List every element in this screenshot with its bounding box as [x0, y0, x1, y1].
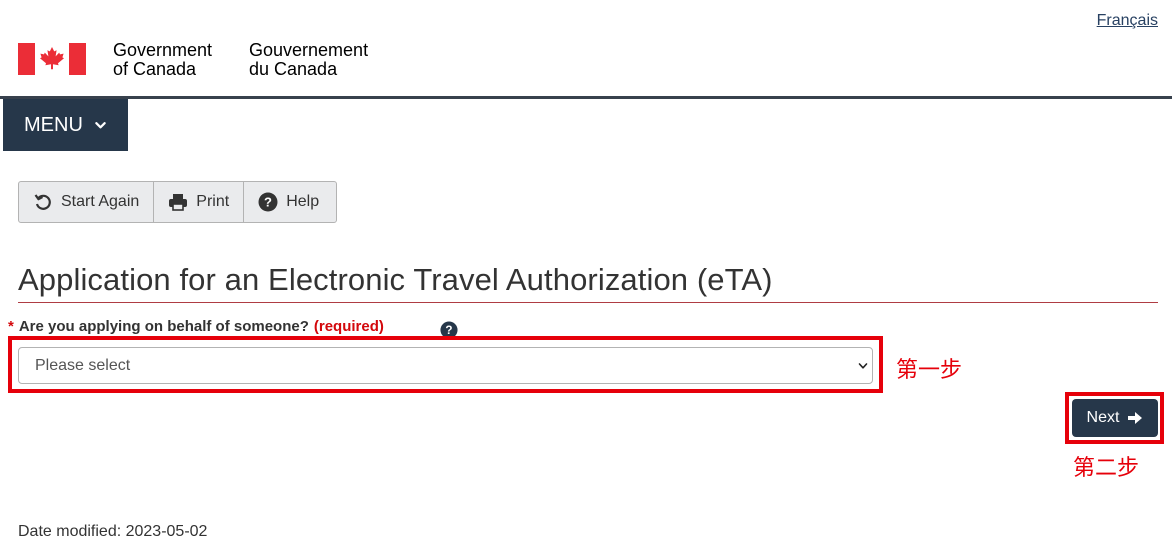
gov-en-line1: Government: [113, 40, 213, 60]
printer-icon: [169, 194, 188, 211]
step1-annotation: 第一步: [896, 358, 963, 383]
chevron-down-icon: [95, 121, 106, 128]
svg-text:?: ?: [264, 195, 272, 210]
required-asterisk: *: [8, 318, 14, 335]
menu-button[interactable]: MENU: [3, 99, 128, 151]
title-underline: [18, 302, 1158, 303]
canada-flag-icon: [18, 43, 86, 75]
gov-fr-line1: Gouvernement: [249, 40, 369, 60]
help-button[interactable]: ? Help: [244, 182, 336, 222]
refresh-icon: [34, 194, 51, 210]
next-button[interactable]: Next: [1072, 399, 1158, 437]
start-again-label: Start Again: [61, 193, 140, 210]
header-divider: [0, 96, 1172, 99]
step2-annotation: 第二步: [1073, 456, 1140, 481]
language-toggle-link[interactable]: Français: [1097, 12, 1158, 30]
print-button[interactable]: Print: [154, 182, 245, 222]
question-label: * Are you applying on behalf of someone?…: [8, 318, 384, 335]
next-label: Next: [1086, 409, 1120, 426]
arrow-right-icon: [1128, 412, 1143, 424]
government-of-canada-en[interactable]: Government of Canada: [113, 41, 212, 79]
help-label: Help: [286, 193, 320, 210]
behalf-select[interactable]: Please select: [18, 347, 873, 384]
chevron-down-icon: [858, 363, 868, 369]
date-modified: Date modified: 2023-05-02: [18, 523, 208, 540]
question-circle-icon: ?: [258, 192, 278, 212]
question-text: Are you applying on behalf of someone?: [18, 318, 309, 335]
start-again-button[interactable]: Start Again: [19, 182, 155, 222]
gov-en-line2: of Canada: [113, 59, 197, 79]
select-value: Please select: [35, 356, 131, 374]
page-title: Application for an Electronic Travel Aut…: [18, 262, 773, 297]
required-text: (required): [313, 318, 384, 335]
government-of-canada-fr[interactable]: Gouvernement du Canada: [249, 41, 368, 79]
print-label: Print: [196, 193, 230, 210]
menu-label: MENU: [24, 113, 83, 136]
gov-fr-line2: du Canada: [249, 59, 338, 79]
action-toolbar: Start Again Print ? Help: [18, 181, 338, 223]
